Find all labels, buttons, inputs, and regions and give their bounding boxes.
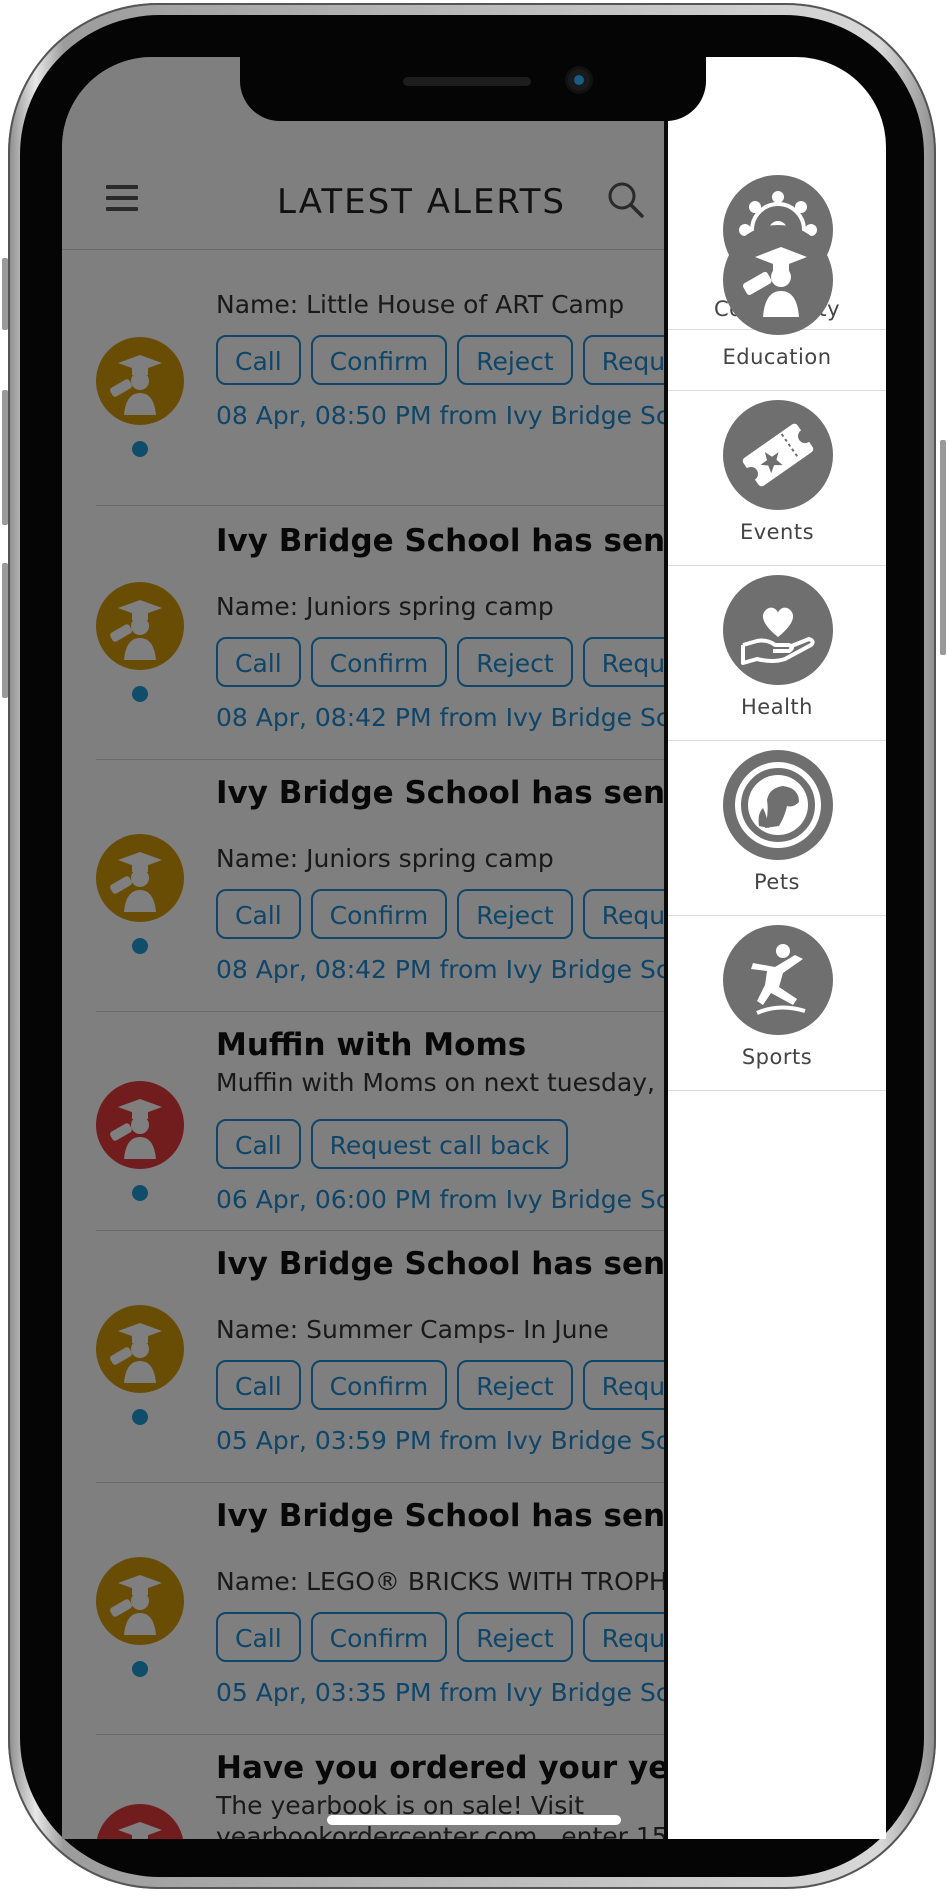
ticket-icon	[723, 400, 833, 510]
drawer-item-events[interactable]: Events	[668, 390, 886, 566]
speaker	[403, 77, 531, 86]
drawer-label: Health	[741, 695, 813, 719]
power-button	[940, 440, 946, 655]
volume-down-button	[2, 563, 8, 698]
heart-hand-icon	[723, 575, 833, 685]
sports-figure-icon	[723, 925, 833, 1035]
drawer-item-sports[interactable]: Sports	[668, 915, 886, 1091]
notch	[240, 57, 706, 121]
volume-up-button	[2, 390, 8, 525]
drawer-label: Sports	[741, 1045, 813, 1069]
drawer-label: Pets	[753, 870, 800, 894]
screen: LATEST ALERTS Name: Little House of ART …	[62, 57, 886, 1839]
education-icon	[723, 225, 833, 335]
pet-icon	[723, 750, 833, 860]
silent-switch	[2, 258, 8, 330]
category-drawer: CommunityEducationEventsHealthPetsSports	[664, 57, 886, 1839]
front-camera	[568, 69, 590, 91]
home-indicator[interactable]	[327, 1815, 621, 1825]
drawer-item-education[interactable]: Education	[668, 215, 886, 391]
overlay-dim[interactable]	[62, 57, 664, 1839]
drawer-label: Education	[722, 345, 832, 369]
drawer-item-health[interactable]: Health	[668, 565, 886, 741]
drawer-label: Events	[739, 520, 815, 544]
drawer-item-pets[interactable]: Pets	[668, 740, 886, 916]
